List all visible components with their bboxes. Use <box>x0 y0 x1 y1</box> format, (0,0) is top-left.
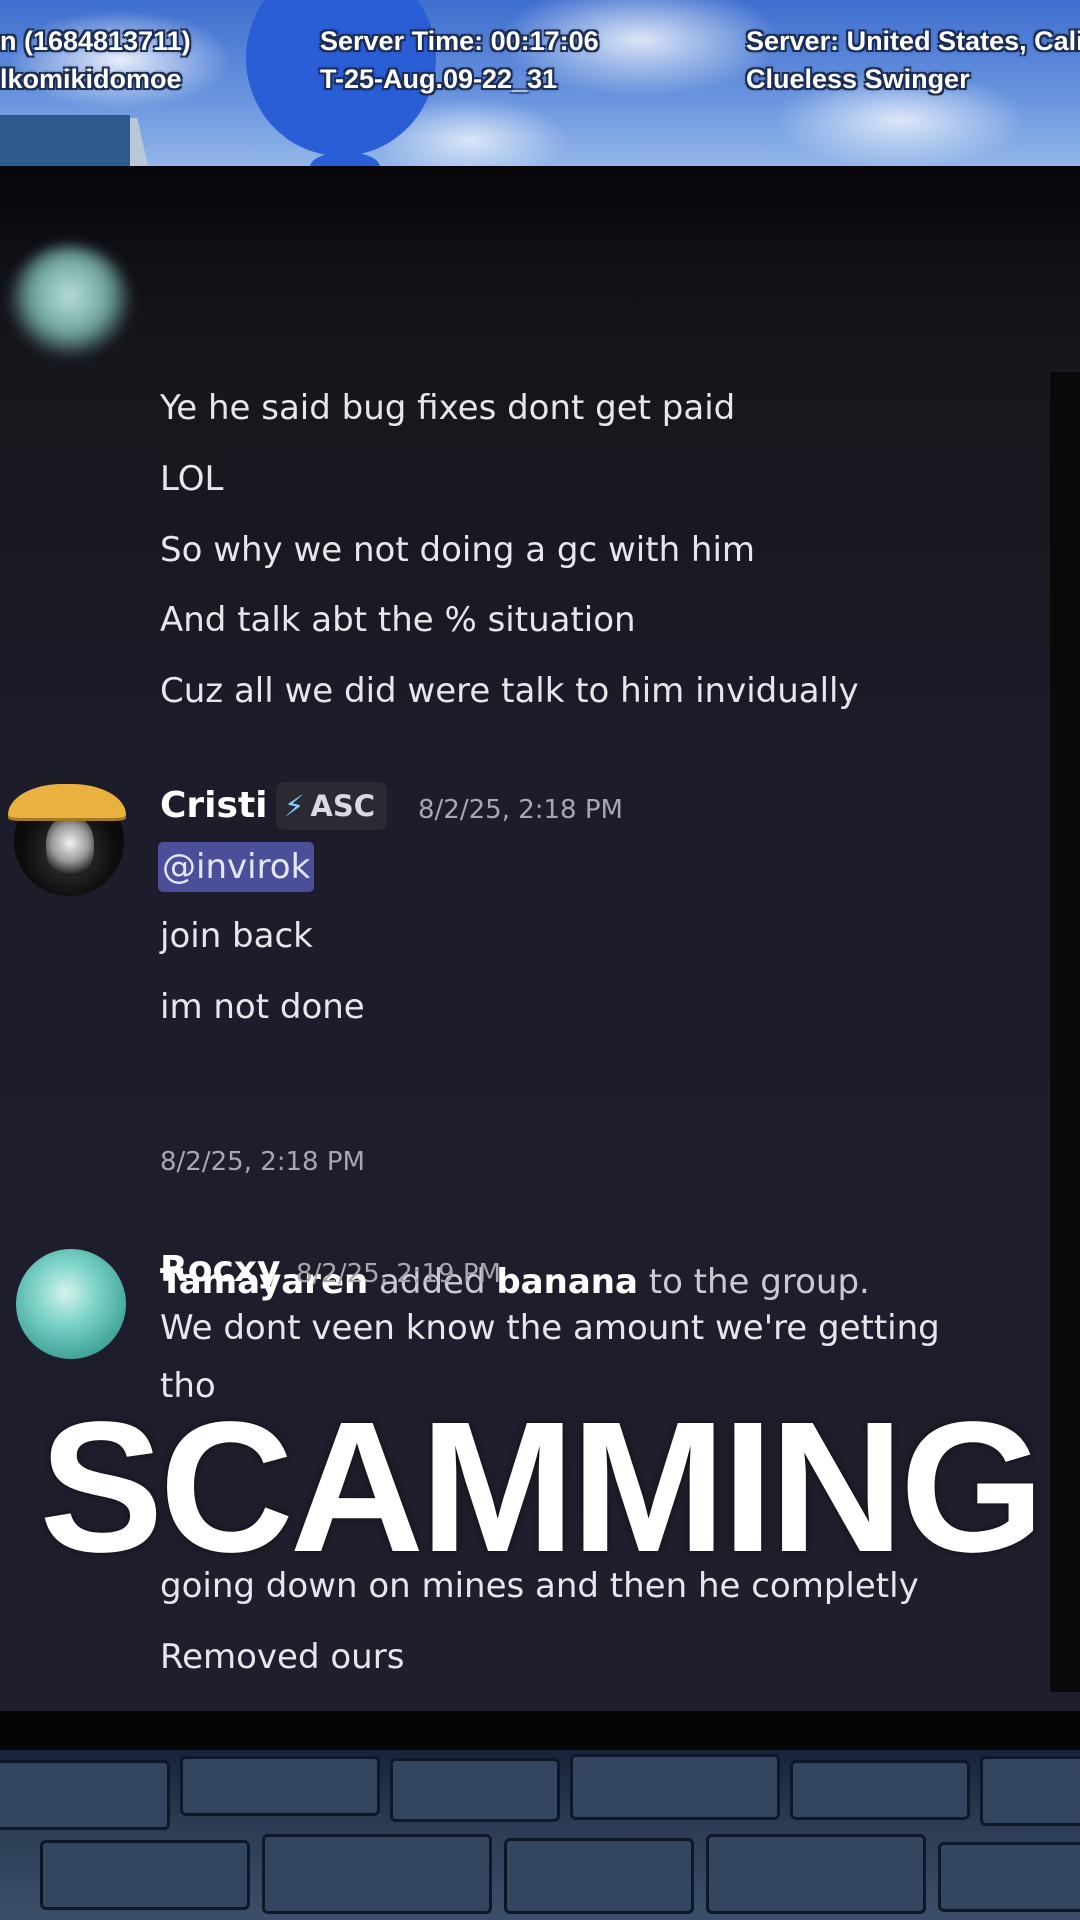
avatar-rocxy[interactable] <box>16 1249 126 1359</box>
floor-stone <box>790 1760 970 1820</box>
straw-hat-icon <box>8 784 126 818</box>
hud-building-edge <box>130 118 148 166</box>
floor-stone <box>40 1840 250 1910</box>
blurred-avatar <box>10 246 130 356</box>
floor-stone <box>504 1838 694 1914</box>
server-tag-label: ASC <box>310 789 375 823</box>
message-line: Ye he said bug fixes dont get paid <box>160 388 736 428</box>
hud-build-version: T-25-Aug.09-22_31 <box>320 64 558 94</box>
overlay-caption: SCAMMING <box>39 1384 1044 1591</box>
message-line: And talk abt the % situation <box>160 600 636 640</box>
hud-server-time: Server Time: 00:17:06 <box>320 26 599 56</box>
username-cristi[interactable]: Cristi <box>160 784 268 828</box>
server-tag-badge[interactable]: ⚡ ASC <box>276 782 387 830</box>
system-timestamp: 8/2/25, 2:18 PM <box>160 1147 365 1177</box>
system-target[interactable]: banana <box>496 1262 638 1302</box>
floor-stone <box>0 1760 170 1830</box>
floor-stone <box>980 1756 1080 1826</box>
game-hud: n (1684813711) lkomikidomoe Server Time:… <box>0 0 1080 166</box>
message-line: Cuz all we did were talk to him invidual… <box>160 671 859 711</box>
hud-building-block <box>0 115 130 166</box>
floor-stone <box>570 1754 780 1820</box>
floor-stone <box>706 1834 926 1914</box>
message-timestamp: 8/2/25, 2:19 PM <box>296 1259 501 1289</box>
chat-bottom-border <box>0 1711 1080 1750</box>
hud-player-id: n (1684813711) <box>0 26 191 56</box>
hud-server-location: Server: United States, Calif <box>746 26 1080 56</box>
hud-player-name: lkomikidomoe <box>0 64 182 94</box>
message-timestamp: 8/2/25, 2:18 PM <box>418 795 623 825</box>
game-stone-floor <box>0 1750 1080 1920</box>
message-line: We dont veen know the amount we're getti… <box>160 1308 940 1348</box>
message-line: LOL <box>160 459 224 499</box>
floor-stone <box>938 1842 1080 1912</box>
hud-blue-sphere-lower <box>310 152 380 166</box>
chat-header-blurred <box>0 166 1080 372</box>
message-line: im not done <box>160 987 365 1027</box>
floor-stone <box>180 1756 380 1816</box>
avatar-face <box>46 816 94 876</box>
message-line: Removed ours <box>160 1637 405 1677</box>
message-line: So why we not doing a gc with him <box>160 530 756 570</box>
message-line: join back <box>160 916 313 956</box>
system-rest: to the group. <box>648 1262 870 1302</box>
username-rocxy[interactable]: Rocxy <box>160 1248 280 1292</box>
floor-stone <box>262 1834 492 1914</box>
lightning-bolt-icon: ⚡ <box>284 789 305 823</box>
hud-game-mode: Clueless Swinger <box>746 64 970 94</box>
floor-stone <box>390 1758 560 1822</box>
user-mention[interactable]: @invirok <box>158 842 315 892</box>
